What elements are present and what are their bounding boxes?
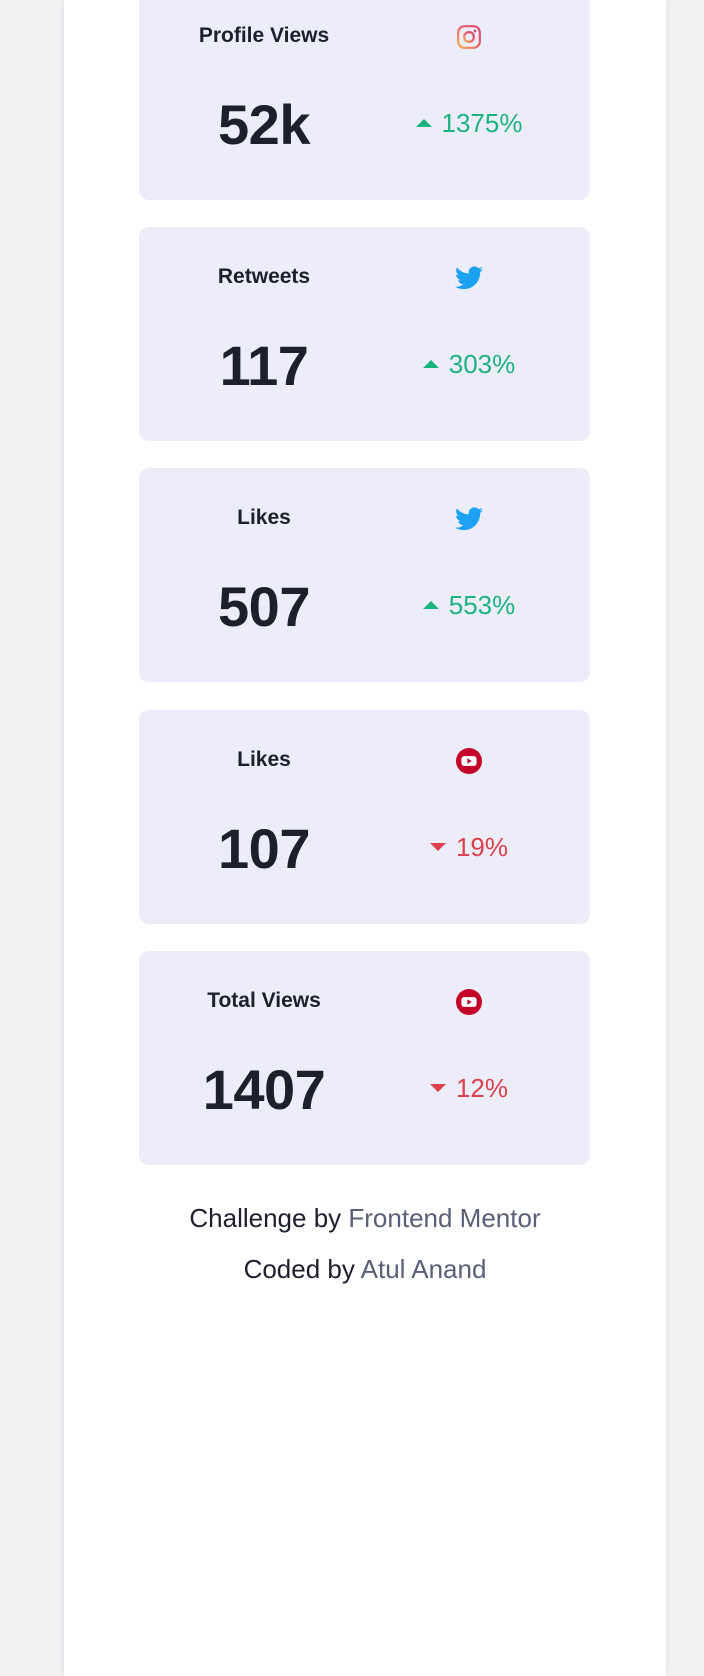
change-indicator: 19%: [389, 832, 549, 862]
arrow-up-icon: [422, 601, 439, 609]
youtube-icon: [454, 746, 484, 776]
twitter-icon: [454, 263, 484, 293]
card-label: Likes: [237, 506, 291, 529]
stat-card-instagram-profile-views[interactable]: Profile Views 52k 1375%: [139, 0, 590, 200]
change-percent: 1375%: [441, 108, 523, 138]
change-percent: 19%: [455, 832, 509, 862]
arrow-up-icon: [422, 360, 439, 368]
stat-card-twitter-likes[interactable]: Likes 507 553%: [139, 468, 590, 682]
card-value: 52k: [218, 93, 310, 156]
change-percent: 303%: [448, 349, 516, 379]
change-percent: 12%: [455, 1073, 509, 1103]
arrow-up-icon: [415, 119, 432, 127]
attribution-prefix: Coded by: [243, 1254, 361, 1284]
change-indicator: 12%: [389, 1073, 549, 1103]
arrow-down-icon: [429, 843, 446, 851]
card-value: 1407: [202, 1058, 326, 1121]
stat-card-twitter-retweets[interactable]: Retweets 117 303%: [139, 227, 590, 441]
youtube-icon: [454, 987, 484, 1017]
change-indicator: 303%: [389, 349, 549, 379]
stat-card-youtube-likes[interactable]: Likes 107 19%: [139, 710, 590, 924]
change-indicator: 553%: [389, 590, 549, 620]
change-indicator: 1375%: [389, 108, 549, 138]
attribution-prefix: Challenge by: [189, 1203, 349, 1233]
card-label: Total Views: [207, 989, 321, 1012]
frontend-mentor-link[interactable]: Frontend Mentor: [348, 1203, 540, 1233]
change-percent: 553%: [448, 590, 516, 620]
stat-card-youtube-total-views[interactable]: Total Views 1407 12%: [139, 951, 590, 1165]
instagram-icon: [454, 22, 484, 52]
card-value: 117: [219, 334, 309, 397]
attribution-challenge: Challenge by Frontend Mentor: [64, 1203, 666, 1234]
card-value: 107: [218, 817, 310, 880]
main-container: Profile Views 52k 1375% Retweets 117 303…: [64, 0, 666, 1676]
card-label: Retweets: [217, 265, 311, 288]
arrow-down-icon: [429, 1084, 446, 1092]
card-label: Profile Views: [198, 24, 330, 47]
author-link[interactable]: Atul Anand: [361, 1254, 487, 1284]
twitter-icon: [454, 504, 484, 534]
card-label: Likes: [237, 748, 291, 771]
attribution-coded: Coded by Atul Anand: [64, 1254, 666, 1285]
card-value: 507: [218, 575, 310, 638]
